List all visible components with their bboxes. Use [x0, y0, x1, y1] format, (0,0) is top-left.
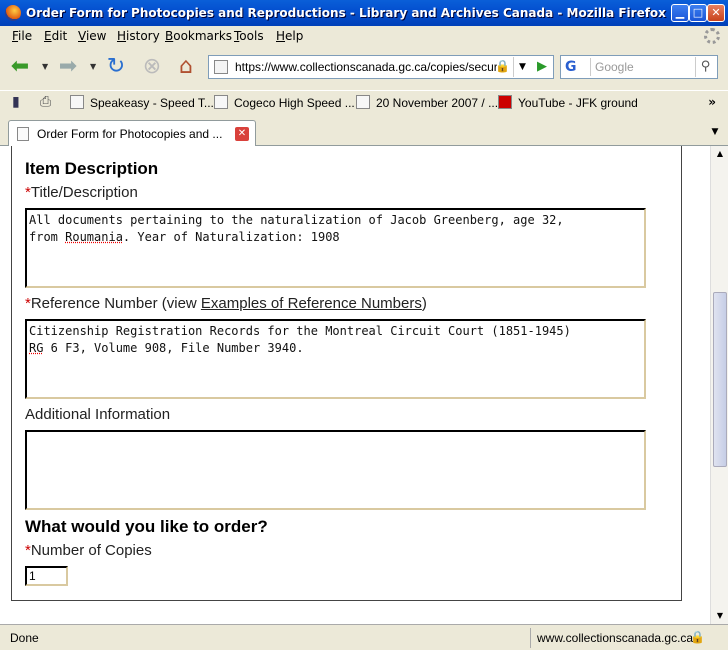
menu-help[interactable]: Help	[276, 29, 303, 43]
print-icon[interactable]: ⎙	[40, 94, 56, 110]
tab-label: Order Form for Photocopies and ...	[37, 127, 223, 141]
firefox-icon	[5, 5, 21, 21]
title-description-textarea[interactable]: All documents pertaining to the naturali…	[25, 208, 646, 288]
back-history-dropdown-icon[interactable]: ▼	[42, 62, 48, 71]
menu-view[interactable]: View	[78, 29, 106, 43]
status-host[interactable]: www.collectionscanada.gc.ca	[530, 628, 708, 648]
menu-edit[interactable]: Edit	[44, 29, 67, 43]
window-title: Order Form for Photocopies and Reproduct…	[26, 6, 666, 20]
bookmark-cogeco[interactable]: Cogeco High Speed ...	[214, 95, 355, 110]
bookmark-youtube-jfk[interactable]: YouTube - JFK ground	[498, 95, 638, 110]
number-of-copies-input[interactable]: 1	[25, 566, 68, 586]
search-magnifier-icon[interactable]: ⚲	[695, 57, 715, 77]
menu-file[interactable]: File	[12, 29, 32, 43]
google-engine-icon[interactable]: G	[563, 58, 591, 76]
tab-order-form[interactable]: Order Form for Photocopies and ... ✕	[8, 120, 256, 146]
bookmarks-overflow-chevron-icon[interactable]: »	[708, 95, 716, 109]
status-text: Done	[10, 631, 39, 645]
reference-number-textarea[interactable]: Citizenship Registration Records for the…	[25, 319, 646, 399]
bookmarks-sidebar-icon[interactable]: ▮	[12, 94, 28, 110]
minimize-button[interactable]: ▁	[671, 4, 689, 22]
home-icon[interactable]: ⌂	[172, 53, 200, 81]
go-arrow-icon[interactable]: ▶	[533, 57, 551, 77]
reference-number-label: *Reference Number (view Examples of Refe…	[25, 295, 427, 312]
forward-history-dropdown-icon[interactable]: ▼	[90, 62, 96, 71]
menu-history[interactable]: History	[117, 29, 160, 43]
maximize-button[interactable]: □	[689, 4, 707, 22]
bookmark-favicon-icon	[70, 95, 84, 109]
search-input[interactable]: Google	[595, 60, 634, 74]
close-tab-icon[interactable]: ✕	[235, 127, 249, 141]
tab-strip: Order Form for Photocopies and ... ✕ ▼	[0, 117, 728, 146]
url-text[interactable]: https://www.collectionscanada.gc.ca/copi…	[235, 60, 497, 74]
youtube-icon	[498, 95, 512, 109]
close-button[interactable]: ✕	[707, 4, 725, 22]
scrollbar-thumb[interactable]	[713, 292, 727, 467]
secure-lock-icon[interactable]: 🔒	[690, 630, 705, 644]
status-bar: Done www.collectionscanada.gc.ca 🔒	[0, 624, 728, 650]
what-to-order-heading: What would you like to order?	[25, 517, 268, 536]
scroll-down-arrow-icon[interactable]: ▼	[712, 608, 728, 624]
window-title-bar: Order Form for Photocopies and Reproduct…	[0, 0, 728, 26]
activity-throbber-icon	[704, 28, 720, 44]
page-icon	[17, 127, 29, 141]
additional-information-textarea[interactable]	[25, 430, 646, 510]
examples-of-reference-numbers-link[interactable]: Examples of Reference Numbers	[201, 295, 422, 312]
additional-information-label: Additional Information	[25, 406, 171, 423]
bookmark-20-november-2007[interactable]: 20 November 2007 / ...	[356, 95, 498, 110]
lock-icon[interactable]: 🔒	[495, 59, 510, 75]
number-of-copies-label: *Number of Copies	[25, 542, 152, 559]
scroll-up-arrow-icon[interactable]: ▲	[712, 146, 728, 162]
search-bar[interactable]: G Google ⚲	[560, 55, 718, 79]
page-icon	[214, 95, 228, 109]
bookmark-speakeasy[interactable]: Speakeasy - Speed T...	[70, 95, 214, 110]
item-description-heading: Item Description	[25, 159, 159, 178]
reload-icon[interactable]: ↻	[102, 53, 130, 81]
back-arrow-icon[interactable]: ⬅	[6, 53, 34, 81]
tab-list-dropdown-icon[interactable]: ▼	[706, 122, 724, 142]
url-bar[interactable]: https://www.collectionscanada.gc.ca/copi…	[208, 55, 554, 79]
title-description-label: *Title/Description	[25, 184, 138, 201]
page-content: Item Description *Title/Description All …	[0, 146, 710, 624]
menu-tools[interactable]: Tools	[234, 29, 264, 43]
site-favicon-icon	[214, 60, 228, 74]
forward-arrow-icon[interactable]: ➡	[54, 53, 82, 81]
grid-favicon-icon	[356, 95, 370, 109]
menu-bar: File Edit View History Bookmarks Tools H…	[0, 26, 728, 46]
url-history-dropdown-icon[interactable]: ▼	[513, 57, 531, 77]
stop-icon[interactable]: ⊗	[138, 53, 166, 81]
vertical-scrollbar[interactable]: ▲ ▼	[710, 146, 728, 624]
bookmarks-toolbar: ▮ ⎙ Speakeasy - Speed T... Cogeco High S…	[0, 90, 728, 114]
menu-bookmarks[interactable]: Bookmarks	[165, 29, 232, 43]
